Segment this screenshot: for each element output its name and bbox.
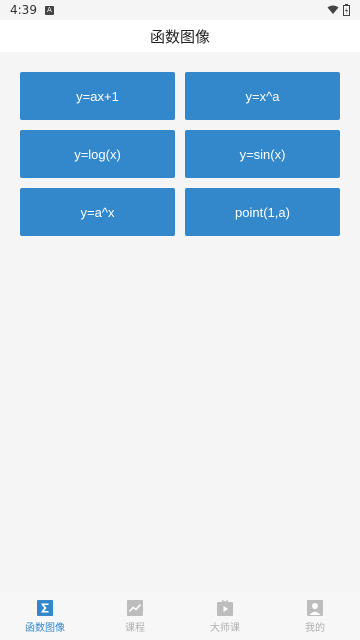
tab-profile[interactable]: 我的 — [270, 592, 360, 640]
notification-icon: A — [44, 5, 54, 15]
tab-label: 我的 — [305, 622, 325, 634]
tab-label: 课程 — [125, 622, 145, 634]
battery-icon — [343, 4, 350, 16]
tab-courses[interactable]: 课程 — [90, 592, 180, 640]
bottom-tabbar: 函数图像 课程 大师课 我的 — [0, 592, 360, 640]
tab-label: 大师课 — [210, 622, 240, 634]
function-button-linear[interactable]: y=ax+1 — [20, 72, 175, 120]
function-button-sin[interactable]: y=sin(x) — [185, 130, 340, 178]
wifi-icon — [327, 5, 339, 14]
chart-icon — [127, 599, 143, 616]
function-button-exponential[interactable]: y=a^x — [20, 188, 175, 236]
video-icon — [217, 599, 233, 616]
tab-masterclass[interactable]: 大师课 — [180, 592, 270, 640]
status-icons — [327, 4, 350, 16]
tab-label: 函数图像 — [25, 622, 65, 634]
status-time: 4:39 — [10, 3, 37, 17]
function-button-power[interactable]: y=x^a — [185, 72, 340, 120]
tab-function-graph[interactable]: 函数图像 — [0, 592, 90, 640]
page-title: 函数图像 — [149, 27, 210, 46]
function-button-point[interactable]: point(1,a) — [185, 188, 340, 236]
sigma-icon — [37, 599, 53, 616]
user-icon — [307, 599, 323, 616]
function-button-log[interactable]: y=log(x) — [20, 130, 175, 178]
app-header: 函数图像 — [0, 20, 360, 52]
status-bar: 4:39 A — [0, 0, 360, 20]
function-grid: y=ax+1 y=x^a y=log(x) y=sin(x) y=a^x poi… — [20, 72, 340, 236]
